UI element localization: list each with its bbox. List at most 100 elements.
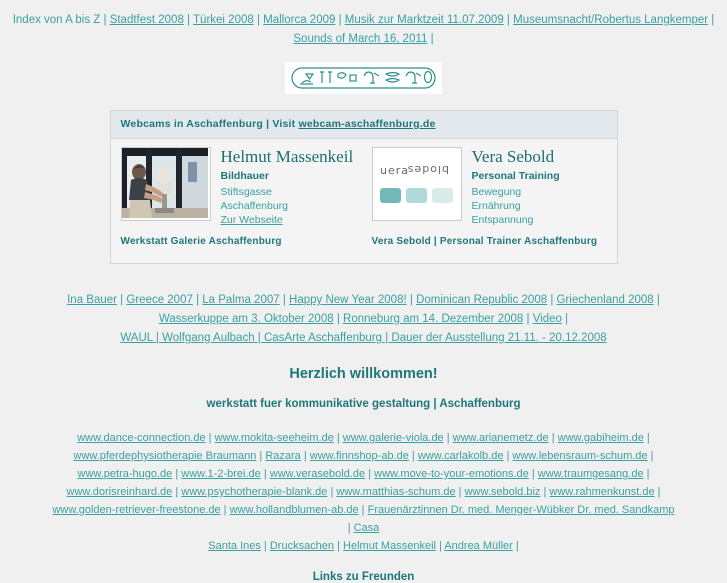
card-helmut-massenkeil: Helmut Massenkeil Bildhauer Stiftsgasse … bbox=[120, 147, 364, 227]
link-separator: | bbox=[503, 14, 514, 26]
link-separator: | bbox=[172, 468, 182, 480]
card-service-line: Ernährung bbox=[471, 200, 521, 212]
nav-link[interactable]: www.rahmenkunst.de bbox=[549, 486, 654, 498]
vera-sebold-logo[interactable]: uera blodes bbox=[371, 147, 462, 221]
nav-link[interactable]: www.gabiheim.de bbox=[558, 432, 644, 444]
link-separator: | bbox=[256, 450, 266, 462]
nav-link[interactable]: www.dance-connection.de bbox=[77, 432, 205, 444]
link-separator: | bbox=[333, 432, 343, 444]
friend-links: www.dance-connection.de | www.mokita-see… bbox=[0, 429, 727, 555]
link-separator: | bbox=[333, 313, 344, 325]
nav-link[interactable]: Wasserkuppe am 3. Oktober 2008 bbox=[159, 313, 334, 325]
nav-link[interactable]: Mallorca 2009 bbox=[263, 14, 335, 26]
nav-link[interactable]: www.mokita-seeheim.de bbox=[215, 432, 334, 444]
nav-link[interactable]: Razara bbox=[265, 450, 300, 462]
nav-link[interactable]: www.golden-retriever-freestone.de bbox=[52, 504, 220, 516]
card-title: Vera Sebold bbox=[471, 147, 555, 166]
link-separator: | bbox=[279, 294, 290, 306]
nav-link[interactable]: WAUL | Wolfgang Aulbach | CasArte Aschaf… bbox=[120, 332, 606, 344]
nav-link[interactable]: www.finnshop-ab.de bbox=[310, 450, 409, 462]
friend-links-row: www.dance-connection.de | www.mokita-see… bbox=[50, 429, 677, 447]
nav-link[interactable]: Stadtfest 2008 bbox=[110, 14, 184, 26]
nav-link[interactable]: Türkei 2008 bbox=[193, 14, 254, 26]
card-caption: Werkstatt Galerie Aschaffenburg bbox=[120, 236, 282, 247]
link-separator: | bbox=[427, 33, 434, 45]
gallery-links-row: Wasserkuppe am 3. Oktober 2008 | Ronnebu… bbox=[0, 310, 727, 329]
link-separator: | bbox=[654, 486, 661, 498]
link-separator: | bbox=[643, 432, 650, 444]
top-nav-row: Sounds of March 16, 2011 | bbox=[0, 30, 727, 49]
nav-link[interactable]: Drucksachen bbox=[270, 540, 334, 552]
card-address-line: Stiftsgasse bbox=[220, 186, 272, 198]
nav-link[interactable]: www.dorisreinhard.de bbox=[67, 486, 173, 498]
nav-link[interactable]: www.psychotherapie-blank.de bbox=[181, 486, 327, 498]
link-separator: | bbox=[455, 486, 465, 498]
nav-link[interactable]: www.1-2-brei.de bbox=[181, 468, 260, 480]
nav-link[interactable]: Sounds of March 16, 2011 bbox=[293, 33, 427, 45]
webcam-aschaffenburg-link[interactable]: webcam-aschaffenburg.de bbox=[298, 118, 435, 130]
nav-link[interactable]: Museumsnacht/Robertus Langkemper bbox=[513, 14, 708, 26]
gallery-links: Ina Bauer | Greece 2007 | La Palma 2007 … bbox=[0, 291, 727, 348]
svg-text:uera: uera bbox=[380, 164, 409, 177]
nav-link[interactable]: www.hollandblumen-ab.de bbox=[230, 504, 359, 516]
link-separator: | bbox=[334, 540, 344, 552]
nav-link[interactable]: Video bbox=[533, 313, 562, 325]
link-separator: | bbox=[547, 294, 557, 306]
nav-link[interactable]: Frauenärztinnen Dr. med. Menger-Wübker D… bbox=[368, 504, 675, 516]
nav-text: Index von A bis Z bbox=[12, 14, 101, 26]
friend-links-row: www.dorisreinhard.de | www.psychotherapi… bbox=[50, 483, 677, 501]
link-separator: | bbox=[205, 432, 215, 444]
friend-links-row: www.golden-retriever-freestone.de | www.… bbox=[50, 501, 677, 537]
link-separator: | bbox=[183, 14, 194, 26]
zur-webseite-link[interactable]: Zur Webseite bbox=[221, 214, 283, 226]
nav-link[interactable]: www.pferdephysiotherapie Braumann bbox=[74, 450, 257, 462]
link-separator: | bbox=[358, 504, 368, 516]
nav-link[interactable]: Santa Ines bbox=[208, 540, 261, 552]
webcams-panel-header: Webcams in Aschaffenburg | Visit webcam-… bbox=[110, 111, 617, 139]
card-service-line: Entspannung bbox=[471, 214, 534, 226]
link-separator: | bbox=[512, 540, 519, 552]
svg-text:blodes: blodes bbox=[406, 163, 448, 176]
nav-link[interactable]: www.sebold.biz bbox=[465, 486, 541, 498]
link-separator: | bbox=[443, 432, 453, 444]
site-subtitle: werkstatt fuer kommunikative gestaltung … bbox=[206, 398, 521, 410]
nav-link[interactable]: Ina Bauer bbox=[67, 294, 117, 306]
nav-link[interactable]: www.petra-hugo.de bbox=[78, 468, 173, 480]
card-title: Helmut Massenkeil bbox=[220, 147, 354, 166]
nav-link[interactable]: www.galerie-viola.de bbox=[343, 432, 444, 444]
nav-link[interactable]: www.verasebold.de bbox=[270, 468, 365, 480]
nav-link[interactable]: Andrea Müller bbox=[444, 540, 512, 552]
nav-link[interactable]: Dominican Republic 2008 bbox=[416, 294, 547, 306]
nav-link[interactable]: www.carlakolb.de bbox=[418, 450, 504, 462]
nav-link[interactable]: www.lebensraum-schum.de bbox=[512, 450, 647, 462]
welcome-heading: Herzlich willkommen! bbox=[289, 366, 438, 382]
nav-link[interactable]: www.arianemetz.de bbox=[453, 432, 549, 444]
nav-link[interactable]: www.move-to-your-emotions.de bbox=[374, 468, 529, 480]
card-text: Helmut Massenkeil Bildhauer Stiftsgasse … bbox=[211, 147, 354, 227]
sculptor-at-work-photo[interactable] bbox=[120, 147, 211, 221]
nav-link[interactable]: Griechenland 2008 bbox=[557, 294, 654, 306]
card-address-line: Aschaffenburg bbox=[220, 200, 289, 212]
gallery-links-row: WAUL | Wolfgang Aulbach | CasArte Aschaf… bbox=[0, 329, 727, 348]
link-separator: | bbox=[192, 294, 203, 306]
card-text: Vera Sebold Personal Training Bewegung E… bbox=[462, 147, 560, 227]
link-separator: | bbox=[220, 504, 230, 516]
card-role: Bildhauer bbox=[220, 170, 269, 182]
nav-link[interactable]: Casa bbox=[354, 522, 380, 534]
friend-links-heading: Links zu Freunden bbox=[312, 571, 415, 583]
webcams-header-text: Webcams in Aschaffenburg | Visit bbox=[120, 118, 299, 130]
link-separator: | bbox=[523, 313, 533, 325]
nav-link[interactable]: www.traumgesang.de bbox=[538, 468, 644, 480]
link-separator: | bbox=[708, 14, 715, 26]
nav-link[interactable]: La Palma 2007 bbox=[202, 294, 279, 306]
nav-link[interactable]: Ronneburg am 14. Dezember 2008 bbox=[343, 313, 523, 325]
nav-link[interactable]: Musik zur Marktzeit 11.07.2009 bbox=[345, 14, 504, 26]
nav-link[interactable]: www.matthias-schum.de bbox=[336, 486, 455, 498]
nav-link[interactable]: Happy New Year 2008! bbox=[289, 294, 407, 306]
link-separator: | bbox=[253, 14, 264, 26]
nav-link[interactable]: Greece 2007 bbox=[126, 294, 193, 306]
hieroglyph-cartouche-logo[interactable] bbox=[285, 62, 442, 94]
link-separator: | bbox=[643, 468, 650, 480]
nav-link[interactable]: Helmut Massenkeil bbox=[343, 540, 436, 552]
top-nav-row: Index von A bis Z | Stadtfest 2008 | Tür… bbox=[0, 11, 727, 30]
